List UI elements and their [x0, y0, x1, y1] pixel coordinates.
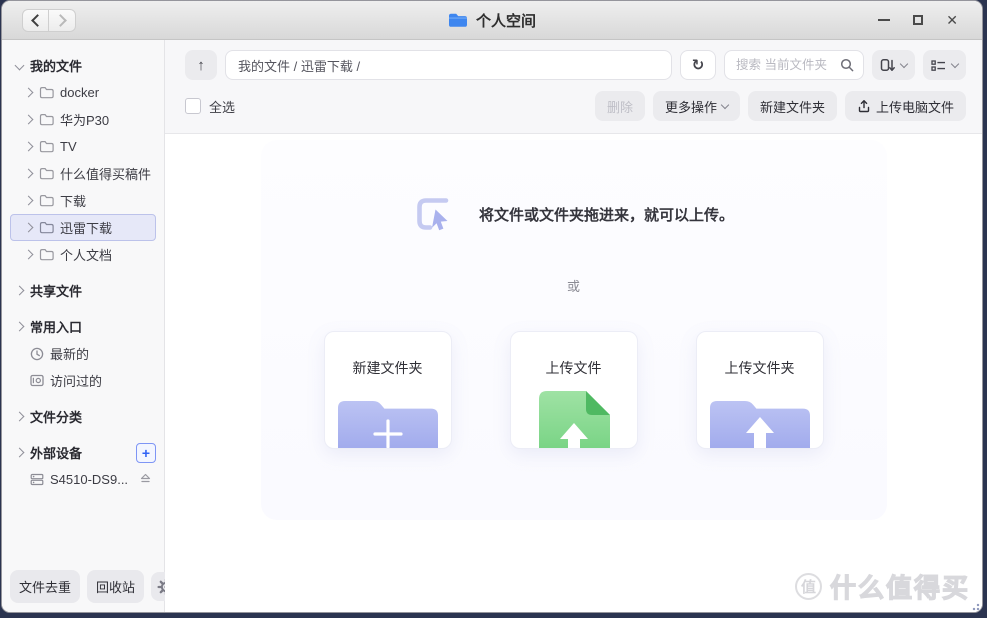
file-upload-icon	[536, 389, 612, 449]
breadcrumb[interactable]: 我的文件 / 迅雷下载 /	[225, 50, 672, 80]
main-panel: ↑ 我的文件 / 迅雷下载 / ↻	[165, 40, 982, 613]
sidebar-item-device[interactable]: S4510-DS9...	[2, 466, 164, 493]
history-nav	[22, 9, 76, 32]
or-text: 或	[261, 276, 887, 295]
window-title: 个人空间	[476, 10, 536, 31]
new-folder-button[interactable]: 新建文件夹	[748, 91, 837, 121]
window-title-area: 个人空间	[448, 10, 536, 31]
search-input[interactable]	[734, 57, 836, 73]
chevron-right-icon	[24, 169, 34, 179]
go-up-button[interactable]: ↑	[185, 50, 217, 80]
folder-outline-icon	[39, 167, 54, 180]
chevron-right-icon	[24, 88, 34, 98]
folder-outline-icon	[39, 248, 54, 261]
close-button[interactable]: ✕	[946, 13, 958, 27]
chevron-down-icon	[721, 100, 729, 108]
chevron-down-icon	[15, 61, 25, 71]
drag-select-icon	[413, 194, 453, 234]
app-window: 个人空间 ✕ 我的文件 docker 华为P30	[1, 0, 983, 613]
folder-outline-icon	[39, 221, 54, 234]
drop-zone[interactable]: 将文件或文件夹拖进来，就可以上传。 或 新建文件夹	[261, 140, 887, 520]
upload-icon	[857, 99, 871, 113]
resize-grip[interactable]	[970, 601, 980, 611]
sort-icon	[880, 58, 895, 73]
new-folder-card[interactable]: 新建文件夹	[324, 331, 452, 449]
folder-plus-icon	[332, 389, 444, 449]
sidebar-item-docker[interactable]: docker	[10, 79, 156, 106]
search-icon	[840, 58, 854, 72]
window-controls: ✕	[878, 13, 958, 27]
list-view-icon	[931, 59, 946, 72]
forward-button[interactable]	[49, 9, 76, 32]
sidebar-item-visited[interactable]: 访问过的	[2, 367, 164, 394]
folder-outline-icon	[39, 194, 54, 207]
chevron-right-icon	[24, 142, 34, 152]
chevron-down-icon	[951, 59, 959, 67]
upload-file-card[interactable]: 上传文件	[510, 331, 638, 449]
delete-button: 删除	[595, 91, 645, 121]
sidebar-item-thunder-downloads[interactable]: 迅雷下载	[10, 214, 156, 241]
sidebar-footer: 文件去重 回收站	[10, 570, 180, 603]
recycle-bin-button[interactable]: 回收站	[87, 570, 144, 603]
sidebar-item-quick-access[interactable]: 常用入口	[2, 313, 164, 340]
drop-hint-text: 将文件或文件夹拖进来，就可以上传。	[479, 204, 734, 225]
toolbar: ↑ 我的文件 / 迅雷下载 / ↻	[165, 40, 982, 134]
search-box[interactable]	[724, 50, 864, 80]
folder-outline-icon	[39, 140, 54, 153]
select-all-checkbox[interactable]	[185, 98, 201, 114]
eject-icon[interactable]	[139, 472, 152, 487]
chevron-right-icon	[15, 286, 25, 296]
dedupe-button[interactable]: 文件去重	[10, 570, 80, 603]
sidebar-item-tv[interactable]: TV	[10, 133, 156, 160]
sidebar-item-my-files[interactable]: 我的文件	[2, 52, 164, 79]
maximize-button[interactable]	[913, 15, 923, 25]
sidebar-item-file-categories[interactable]: 文件分类	[2, 403, 164, 430]
chevron-right-icon	[15, 448, 25, 458]
nas-device-icon	[30, 473, 44, 486]
folder-upload-icon	[704, 389, 816, 449]
sidebar-item-shared-files[interactable]: 共享文件	[2, 277, 164, 304]
chevron-right-icon	[24, 196, 34, 206]
upload-pc-files-button[interactable]: 上传电脑文件	[845, 91, 966, 121]
sidebar-item-recent[interactable]: 最新的	[2, 340, 164, 367]
folder-outline-icon	[39, 86, 54, 99]
forward-icon	[54, 14, 67, 27]
arrow-up-icon: ↑	[197, 57, 205, 74]
desktop: 个人空间 ✕ 我的文件 docker 华为P30	[0, 0, 987, 618]
titlebar: 个人空间 ✕	[2, 1, 982, 40]
more-actions-button[interactable]: 更多操作	[653, 91, 740, 121]
sort-button[interactable]	[872, 50, 915, 80]
folder-outline-icon	[39, 113, 54, 126]
back-button[interactable]	[22, 9, 49, 32]
chevron-right-icon	[24, 223, 34, 233]
watermark: 值 什么值得买	[795, 568, 970, 605]
chevron-right-icon	[15, 412, 25, 422]
folder-icon	[448, 12, 468, 28]
chevron-right-icon	[24, 250, 34, 260]
select-all-label: 全选	[209, 97, 235, 116]
back-icon	[31, 14, 44, 27]
view-mode-button[interactable]	[923, 50, 966, 80]
refresh-icon: ↻	[692, 56, 705, 74]
sidebar-item-huawei-p30[interactable]: 华为P30	[10, 106, 156, 133]
smzdm-badge-icon: 值	[795, 573, 822, 600]
sidebar: 我的文件 docker 华为P30 TV 什么值得买稿件	[2, 40, 165, 613]
sidebar-item-personal-docs[interactable]: 个人文档	[10, 241, 156, 268]
sidebar-item-external-devices[interactable]: 外部设备 +	[2, 439, 164, 466]
chevron-right-icon	[15, 322, 25, 332]
file-area: 将文件或文件夹拖进来，就可以上传。 或 新建文件夹	[165, 134, 982, 613]
history-icon	[30, 374, 44, 387]
sidebar-item-downloads[interactable]: 下载	[10, 187, 156, 214]
watermark-text: 什么值得买	[830, 568, 970, 605]
sidebar-item-smzdm-drafts[interactable]: 什么值得买稿件	[10, 160, 156, 187]
add-device-button[interactable]: +	[136, 443, 156, 463]
chevron-right-icon	[24, 115, 34, 125]
minimize-button[interactable]	[878, 19, 890, 21]
upload-folder-card[interactable]: 上传文件夹	[696, 331, 824, 449]
clock-icon	[30, 347, 44, 361]
refresh-button[interactable]: ↻	[680, 50, 716, 80]
chevron-down-icon	[900, 59, 908, 67]
